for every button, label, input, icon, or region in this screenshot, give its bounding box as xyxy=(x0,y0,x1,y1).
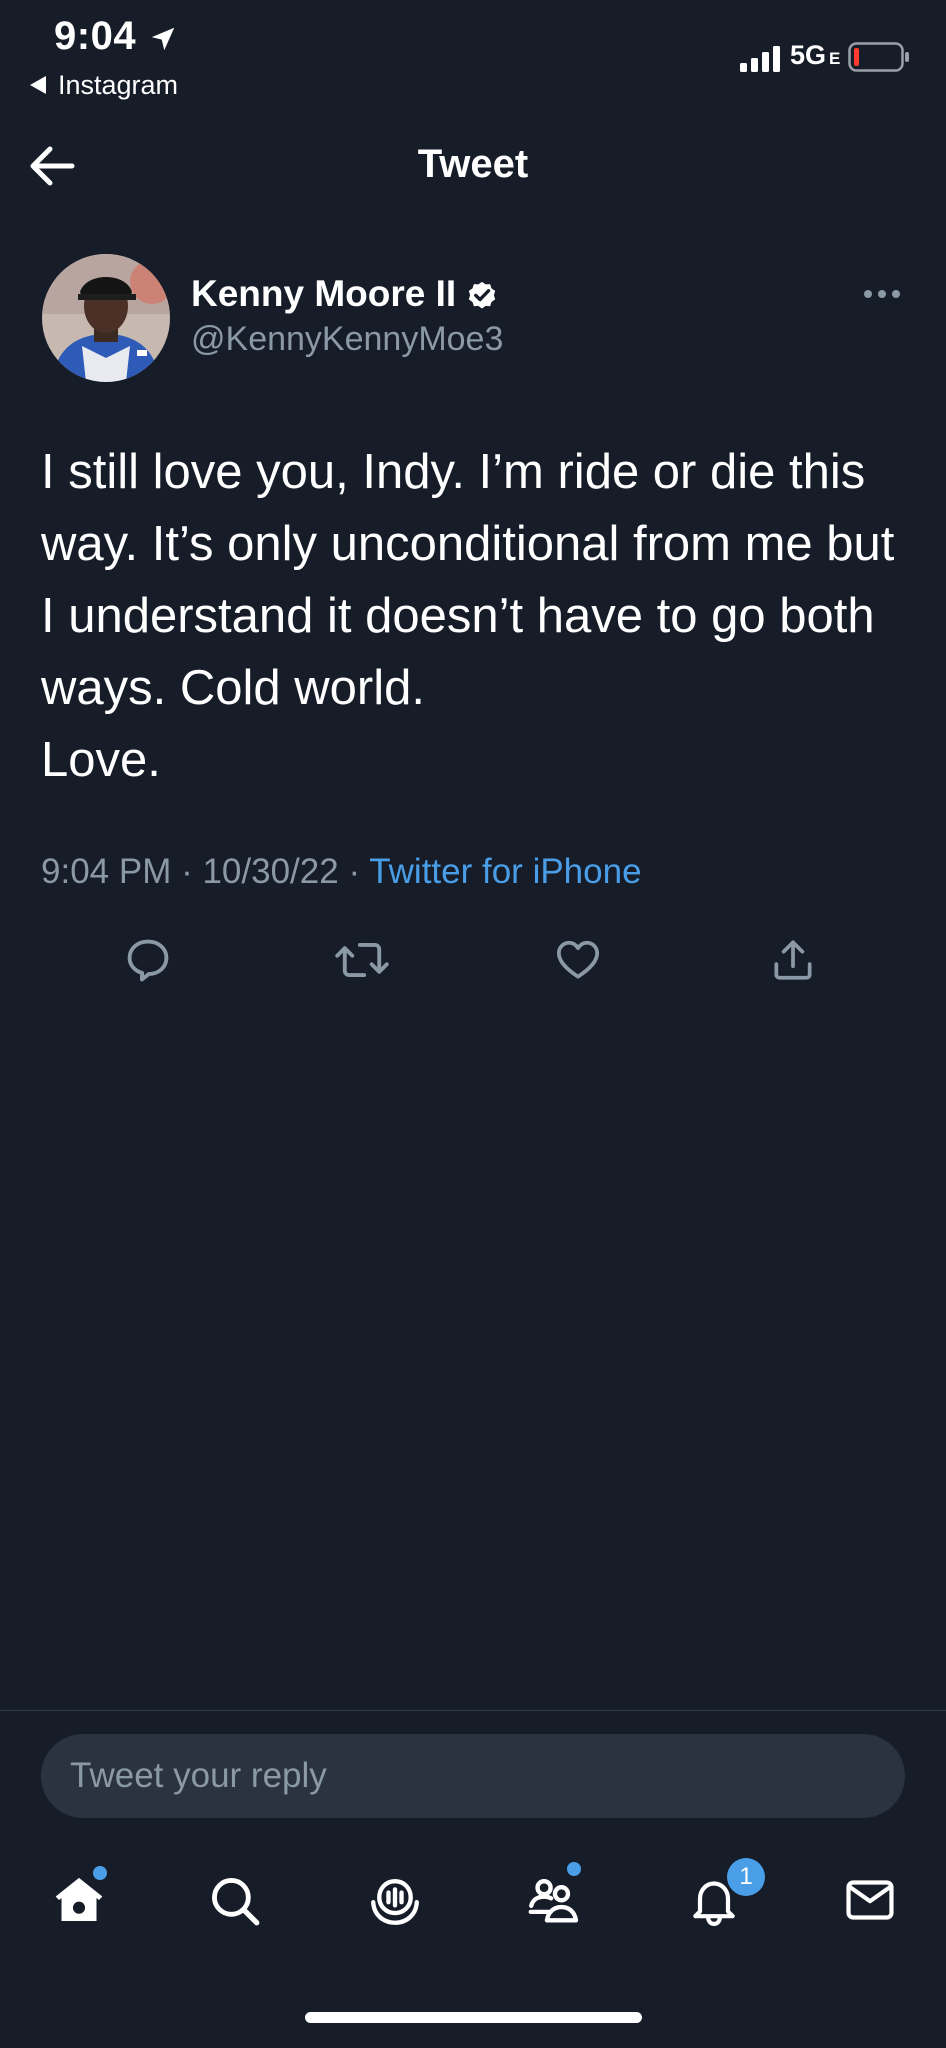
network-suffix: E xyxy=(829,49,841,68)
tab-search-icon[interactable] xyxy=(206,1872,264,1930)
tab-communities-icon[interactable] xyxy=(524,1872,582,1930)
back-app-label: Instagram xyxy=(58,70,179,100)
retweet-icon[interactable] xyxy=(334,934,390,986)
divider xyxy=(0,1710,946,1711)
more-options-icon[interactable] xyxy=(862,288,902,300)
share-icon[interactable] xyxy=(768,934,818,986)
network-type: 5G E xyxy=(790,40,840,71)
author-handle[interactable]: @KennyKennyMoe3 xyxy=(191,320,503,359)
battery-icon xyxy=(848,42,910,72)
tab-home-icon[interactable] xyxy=(50,1872,108,1928)
communities-notification-dot xyxy=(567,1862,581,1876)
home-indicator[interactable] xyxy=(305,2012,642,2023)
status-time: 9:04 xyxy=(54,14,137,58)
tweet-text: I still love you, Indy. I’m ride or die … xyxy=(41,445,895,787)
reply-icon[interactable] xyxy=(122,934,174,986)
home-notification-dot xyxy=(93,1866,107,1880)
like-heart-icon[interactable] xyxy=(553,934,603,984)
tweet-date: 10/30/22 xyxy=(202,852,339,891)
tweet-source[interactable]: Twitter for iPhone xyxy=(369,852,641,891)
tab-spaces-icon[interactable] xyxy=(366,1872,424,1930)
author-name[interactable]: Kenny Moore II xyxy=(191,273,456,315)
verified-badge-icon xyxy=(465,278,499,312)
tweet-time: 9:04 PM xyxy=(41,852,172,891)
signal-icon xyxy=(740,46,784,72)
tweet-meta: 9:04 PM · 10/30/22 · Twitter for iPhone xyxy=(41,852,642,891)
location-arrow-icon xyxy=(148,24,178,54)
reply-placeholder: Tweet your reply xyxy=(70,1756,327,1795)
tab-messages-icon[interactable] xyxy=(842,1872,898,1928)
back-triangle-icon xyxy=(30,75,46,94)
notifications-badge: 1 xyxy=(727,1858,765,1896)
network-label: 5G xyxy=(790,40,827,70)
author-avatar[interactable] xyxy=(42,254,170,382)
page-title: Tweet xyxy=(417,142,529,186)
back-to-app-link[interactable]: Instagram xyxy=(30,70,178,101)
